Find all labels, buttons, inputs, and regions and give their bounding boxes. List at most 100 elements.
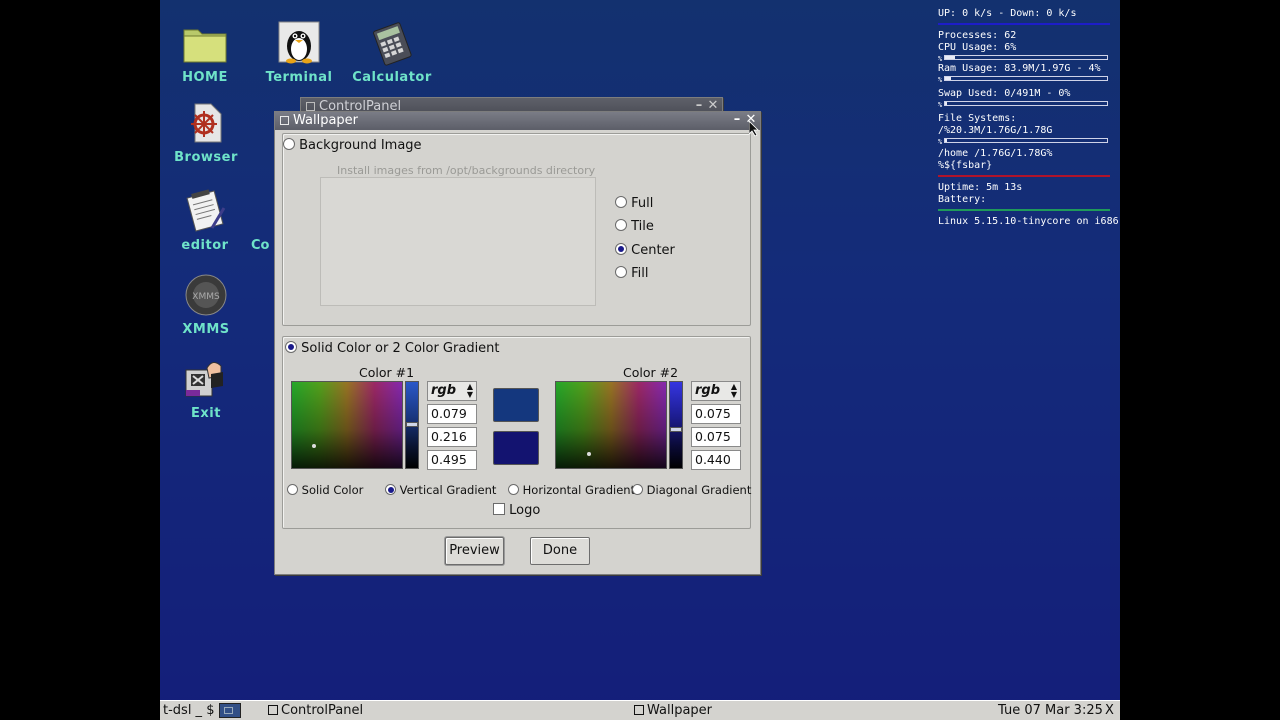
gradient-solid-option[interactable]: Solid Color: [287, 483, 363, 497]
color2-picker[interactable]: [555, 381, 667, 469]
taskbar-task-wallpaper[interactable]: Wallpaper: [634, 701, 712, 720]
desktop-icon-home[interactable]: HOME: [160, 20, 255, 85]
desktop-icon-label: HOME: [182, 70, 228, 85]
pager-window-icon: [224, 707, 233, 714]
taskbar-pager[interactable]: [219, 703, 241, 718]
mode-fill-radio[interactable]: [615, 266, 627, 278]
conky-monitor: UP: 0 k/s - Down: 0 k/s Processes: 62 CP…: [938, 8, 1119, 228]
gradient-horizontal-option[interactable]: Horizontal Gradient: [508, 483, 635, 497]
desktop-icon-browser[interactable]: Browser: [160, 100, 256, 165]
taskbar-clock[interactable]: Tue 07 Mar 3:25: [998, 701, 1103, 720]
desktop-icon-label: Calculator: [352, 70, 432, 85]
color1-g-input[interactable]: 0.216: [427, 427, 477, 447]
logo-option[interactable]: Logo: [493, 503, 540, 518]
mode-center-radio[interactable]: [615, 243, 627, 255]
color1-picker-cursor: [312, 444, 316, 448]
desktop-icon-xmms[interactable]: XMMS XMMS: [160, 272, 256, 337]
mode-tile-radio[interactable]: [615, 219, 627, 231]
mode-fill-option[interactable]: Fill: [615, 266, 649, 281]
calculator-icon: [369, 20, 415, 66]
desktop-icon-label: Exit: [191, 406, 221, 421]
wallpaper-title: Wallpaper: [293, 113, 359, 128]
color1-mode-select[interactable]: rgb ▲ ▼: [427, 381, 477, 401]
desktop-icon-exit[interactable]: Exit: [160, 356, 256, 421]
solid-color-option[interactable]: Solid Color or 2 Color Gradient: [285, 341, 500, 356]
gradient-diagonal-label: Diagonal Gradient: [646, 483, 752, 497]
window-icon: [268, 705, 278, 715]
conky-battery: Battery:: [938, 194, 987, 205]
spinner-arrows-icon: ▲ ▼: [466, 382, 473, 399]
gradient-diagonal-radio[interactable]: [632, 484, 643, 495]
conky-kernel: Linux 5.15.10-tinycore on i686: [938, 216, 1119, 227]
window-icon: [634, 705, 644, 715]
conky-cpu: CPU Usage: 6%: [938, 42, 1017, 53]
desktop-icon-label-partial[interactable]: Co: [251, 238, 269, 253]
conky-fs-home: /home /1.76G/1.78G%: [938, 148, 1053, 159]
conky-fs-home-extra: %${fsbar}: [938, 160, 993, 171]
desktop-icon-label: Browser: [174, 150, 238, 165]
desktop-icon-calculator[interactable]: Calculator: [342, 20, 442, 85]
taskbar-task-controlpanel[interactable]: ControlPanel: [268, 701, 363, 720]
window-menu-icon[interactable]: [280, 116, 289, 125]
gradient-vertical-radio[interactable]: [385, 484, 396, 495]
color2-value-slider[interactable]: [669, 381, 683, 469]
color1-swatch[interactable]: [493, 388, 539, 422]
conky-cpu-bar: [944, 55, 1108, 60]
taskbar-shell[interactable]: t-dsl _ $: [163, 701, 214, 720]
editor-icon: [182, 188, 228, 234]
mode-full-option[interactable]: Full: [615, 196, 653, 211]
conky-net: UP: 0 k/s - Down: 0 k/s: [938, 8, 1077, 19]
gradient-vertical-option[interactable]: Vertical Gradient: [385, 483, 496, 497]
color2-r-input[interactable]: 0.075: [691, 404, 741, 424]
preview-button[interactable]: Preview: [445, 537, 504, 565]
background-image-list[interactable]: [320, 177, 596, 306]
mode-full-radio[interactable]: [615, 196, 627, 208]
conky-swap: Swap Used: 0/491M - 0%: [938, 88, 1071, 99]
color2-g-input[interactable]: 0.075: [691, 427, 741, 447]
wallpaper-window: Wallpaper – ✕ Background Image Install i…: [274, 111, 761, 575]
color2-mode-select[interactable]: rgb ▲ ▼: [691, 381, 741, 401]
desktop-icon-editor[interactable]: editor: [160, 188, 255, 253]
conky-swap-bar: [944, 101, 1108, 106]
gradient-solid-radio[interactable]: [287, 484, 298, 495]
conky-ram-bar-label: %: [938, 76, 943, 84]
solid-color-section-radio[interactable]: [285, 341, 297, 353]
conky-divider: [938, 209, 1110, 211]
background-image-option[interactable]: Background Image: [283, 138, 422, 153]
color1-r-input[interactable]: 0.079: [427, 404, 477, 424]
color1-title: Color #1: [359, 365, 415, 380]
color2-slider-handle[interactable]: [670, 427, 682, 432]
color1-slider-handle[interactable]: [406, 422, 418, 427]
exit-icon: [183, 356, 229, 402]
background-image-radio[interactable]: [283, 138, 295, 150]
mouse-cursor-icon: [748, 120, 759, 141]
logo-label: Logo: [509, 503, 541, 518]
mode-tile-label: Tile: [631, 219, 654, 234]
wallpaper-titlebar[interactable]: Wallpaper – ✕: [275, 112, 760, 130]
desktop: HOME Terminal Calculator Browser editor …: [160, 0, 1120, 720]
tux-terminal-icon: [276, 20, 322, 66]
mode-tile-option[interactable]: Tile: [615, 219, 654, 234]
color1-b-input[interactable]: 0.495: [427, 450, 477, 470]
spinner-arrows-icon: ▲ ▼: [730, 382, 737, 399]
conky-ram: Ram Usage: 83.9M/1.97G - 4%: [938, 63, 1101, 74]
conky-processes: Processes: 62: [938, 30, 1017, 41]
conky-uptime: Uptime: 5m 13s: [938, 182, 1023, 193]
conky-fs-root: /%20.3M/1.76G/1.78G: [938, 125, 1053, 136]
window-menu-icon[interactable]: [306, 102, 315, 111]
conky-ram-bar: [944, 76, 1108, 81]
gradient-diagonal-option[interactable]: Diagonal Gradient: [632, 483, 751, 497]
minimize-icon[interactable]: –: [730, 112, 744, 130]
desktop-icon-terminal[interactable]: Terminal: [249, 20, 349, 85]
taskbar-close-icon[interactable]: X: [1105, 701, 1114, 720]
mode-center-option[interactable]: Center: [615, 243, 675, 258]
color1-picker[interactable]: [291, 381, 403, 469]
done-button[interactable]: Done: [530, 537, 590, 565]
desktop-icon-label: XMMS: [182, 322, 230, 337]
gradient-horizontal-radio[interactable]: [508, 484, 519, 495]
solid-color-label: Solid Color or 2 Color Gradient: [301, 341, 500, 356]
color2-b-input[interactable]: 0.440: [691, 450, 741, 470]
color1-value-slider[interactable]: [405, 381, 419, 469]
logo-checkbox[interactable]: [493, 503, 505, 515]
color2-swatch[interactable]: [493, 431, 539, 465]
